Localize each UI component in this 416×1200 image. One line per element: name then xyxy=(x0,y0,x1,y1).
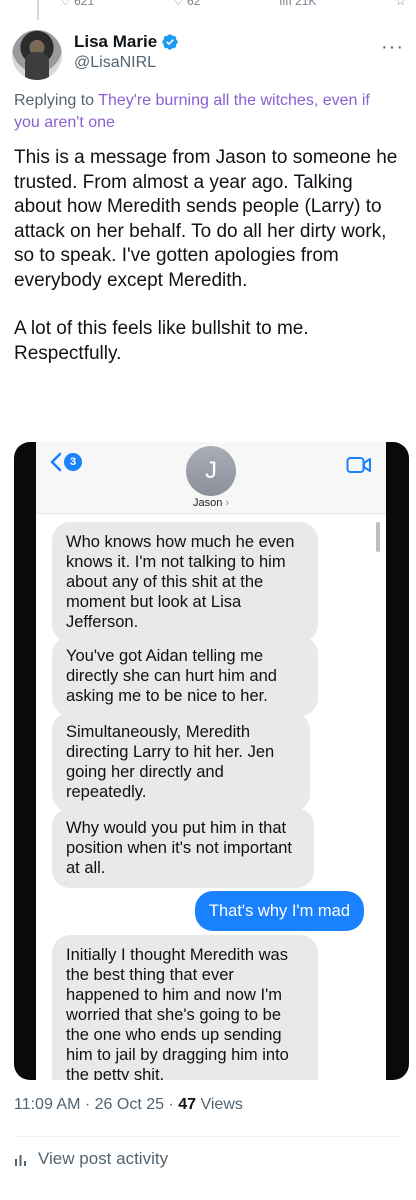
back-button: 3 xyxy=(50,452,82,472)
like-count[interactable]: ♡ 62 xyxy=(173,0,200,8)
post-header: Lisa Marie @LisaNIRL ··· xyxy=(12,30,404,86)
imessage-screenshot: 3 J Jason › Who knows how much he even k… xyxy=(36,442,386,1080)
tweet-text: This is a message from Jason to someone … xyxy=(14,146,404,390)
previous-post-actions: ♡ 621 ♡ 62 ılıı 21K ☆ xyxy=(60,0,406,8)
view-post-activity-label: View post activity xyxy=(38,1149,169,1168)
replying-prefix: Replying to xyxy=(14,92,95,109)
message-bubble-outgoing: That's why I'm mad xyxy=(194,891,364,931)
replying-target-link-line2[interactable]: you aren't one xyxy=(14,112,416,134)
chevron-right-icon: › xyxy=(225,497,230,509)
imessage-header: 3 J Jason › xyxy=(36,442,386,514)
handle[interactable]: @LisaNIRL xyxy=(74,54,179,72)
thread-connector-line xyxy=(37,0,39,20)
author-block: Lisa Marie @LisaNIRL xyxy=(74,32,179,72)
replying-to: Replying to They're burning all the witc… xyxy=(14,90,416,134)
message-bubble-incoming: Initially I thought Meredith was the bes… xyxy=(52,935,318,1080)
name-row: Lisa Marie xyxy=(74,32,179,52)
divider xyxy=(14,1136,402,1137)
message-bubble-incoming: You've got Aidan telling me directly she… xyxy=(52,636,318,716)
attached-image[interactable]: 3 J Jason › Who knows how much he even k… xyxy=(14,442,409,1080)
contact-name-text: Jason xyxy=(192,497,223,509)
views-count-prev[interactable]: ılıı 21K xyxy=(279,0,316,8)
post-date[interactable]: 26 Oct 25 xyxy=(95,1096,164,1113)
reply-count[interactable]: ♡ 621 xyxy=(60,0,94,8)
more-options-icon[interactable]: ··· xyxy=(381,36,404,59)
message-bubble-incoming: Who knows how much he even knows it. I'm… xyxy=(52,522,318,642)
contact-avatar: J xyxy=(186,446,236,496)
analytics-icon xyxy=(15,1155,26,1166)
replying-target-link[interactable]: They're burning all the witches, even if xyxy=(98,92,370,109)
views-count: 47 xyxy=(178,1096,197,1113)
post-time[interactable]: 11:09 AM xyxy=(14,1096,80,1113)
avatar[interactable] xyxy=(12,30,62,80)
verified-badge-icon xyxy=(162,34,178,50)
message-bubble-incoming: Why would you put him in that position w… xyxy=(52,808,314,888)
views-label: Views xyxy=(200,1096,243,1113)
message-bubble-incoming: Simultaneously, Meredith directing Larry… xyxy=(52,712,310,812)
display-name[interactable]: Lisa Marie xyxy=(74,32,157,52)
bookmark-icon[interactable]: ☆ xyxy=(395,0,406,8)
contact-name: Jason › xyxy=(36,497,386,509)
post-metadata: 11:09 AM · 26 Oct 25 · 47 Views xyxy=(14,1096,243,1113)
view-post-activity-link[interactable]: View post activity xyxy=(14,1149,168,1169)
scrollbar xyxy=(376,522,380,552)
tweet-paragraph: This is a message from Jason to someone … xyxy=(14,147,398,291)
tweet-paragraph: A lot of this feels like bullshit to me.… xyxy=(14,318,309,364)
chevron-left-icon xyxy=(50,452,62,472)
unread-badge: 3 xyxy=(64,453,82,471)
video-call-icon xyxy=(346,457,371,473)
